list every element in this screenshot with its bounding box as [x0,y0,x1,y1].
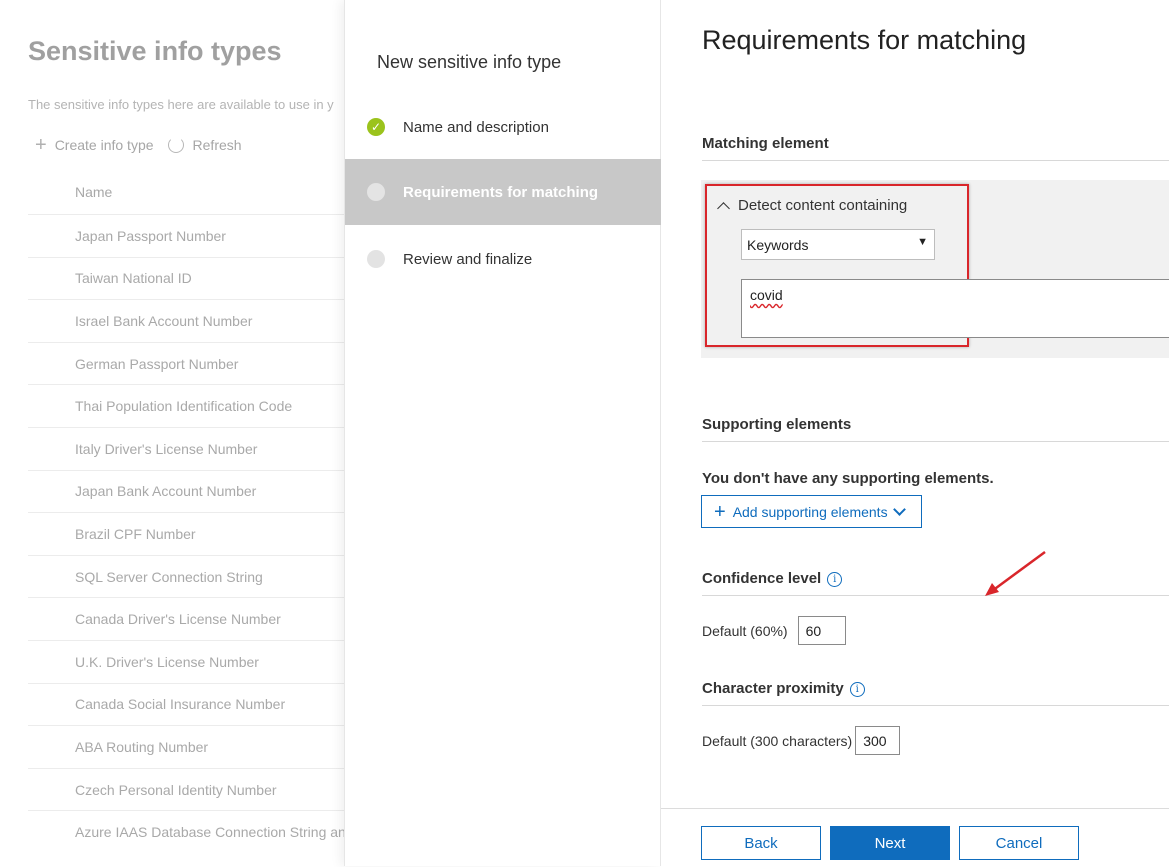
list-item-label: Canada Driver's License Number [75,611,281,628]
checkmark-icon: ✓ [367,118,385,136]
confidence-level-heading: Confidence level i [702,570,1169,596]
chevron-up-icon [717,201,730,215]
list-item[interactable]: Canada Driver's License Number [28,597,344,640]
create-info-type-label: Create info type [54,137,154,153]
toolbar: + Create info type Refresh [35,134,256,156]
wizard-footer: Back Next Cancel [661,808,1169,867]
list-item-label: Canada Social Insurance Number [75,696,286,713]
list-item-label: ABA Routing Number [75,738,209,755]
next-button[interactable]: Next [830,826,950,860]
requirements-title: Requirements for matching [702,25,1027,55]
list-item[interactable]: U.K. Driver's License Number [28,639,344,683]
page-title: Sensitive info types [28,36,282,66]
list-item-label: German Passport Number [75,355,239,372]
list-item-label: Czech Personal Identity Number [75,781,277,798]
cancel-button[interactable]: Cancel [959,826,1079,860]
confidence-default-row: Default (60%) 60 [702,616,846,645]
plus-icon: + [35,134,47,156]
no-supporting-elements-text: You don't have any supporting elements. [702,470,994,487]
keywords-textarea[interactable]: covid [741,279,1169,338]
list-item-label: Thai Population Identification Code [75,398,293,415]
page-description: The sensitive info types here are availa… [28,97,334,112]
wizard-title: New sensitive info type [377,52,562,72]
wizard-steps-panel: New sensitive info type ✓ Name and descr… [344,0,661,866]
detect-content-toggle[interactable]: Detect content containing [717,197,908,215]
add-supporting-elements-label: Add supporting elements [732,503,888,520]
chevron-down-icon [892,502,906,516]
list-item[interactable]: Thai Population Identification Code [28,384,344,427]
list-item[interactable]: German Passport Number [28,341,344,385]
list-item[interactable]: Japan Bank Account Number [28,469,344,513]
element-type-select[interactable]: Keywords ▼ [741,229,935,260]
info-icon[interactable]: i [827,572,843,587]
list-item-label: U.K. Driver's License Number [75,653,259,670]
list-item[interactable]: Taiwan National ID [28,256,344,300]
character-proximity-label: Character proximity [702,680,844,697]
proximity-default-label: Default (300 characters) [702,732,853,749]
proximity-default-row: Default (300 characters) 300 [702,726,901,755]
column-header-name[interactable]: Name [75,184,112,200]
list-item[interactable]: Italy Driver's License Number [28,426,344,470]
supporting-elements-heading: Supporting elements [702,416,1169,442]
info-type-list: Japan Passport Number Taiwan National ID… [28,214,344,853]
main-content: Requirements for matching Matching eleme… [661,0,1169,867]
step-requirements-for-matching[interactable]: Requirements for matching [345,159,661,225]
list-item-label: Azure IAAS Database Connection String an [75,824,344,841]
list-item[interactable]: Israel Bank Account Number [28,299,344,342]
step-name-and-description[interactable]: ✓ Name and description [345,94,661,160]
list-item[interactable]: Brazil CPF Number [28,512,344,555]
confidence-default-label: Default (60%) [702,622,788,639]
step-label: Requirements for matching [403,183,599,201]
plus-icon: + [714,500,726,523]
list-item-label: Japan Passport Number [75,227,226,244]
list-item-label: SQL Server Connection String [75,568,263,585]
list-item-label: Japan Bank Account Number [75,483,257,500]
keywords-value: covid [750,287,783,303]
list-item[interactable]: Japan Passport Number [28,214,344,257]
create-info-type-button[interactable]: + Create info type [35,134,154,156]
confidence-value: 60 [805,622,822,639]
list-item[interactable]: Azure IAAS Database Connection String an [28,810,344,853]
step-dot-icon [367,183,385,201]
refresh-label: Refresh [192,137,242,153]
list-item-label: Taiwan National ID [75,270,192,287]
info-icon[interactable]: i [849,682,865,697]
refresh-icon [167,137,184,153]
confidence-input[interactable]: 60 [797,616,846,645]
background-page: Sensitive info types The sensitive info … [0,0,344,866]
list-item-label: Brazil CPF Number [75,525,196,542]
matching-element-heading: Matching element [702,135,1169,161]
proximity-input[interactable]: 300 [855,726,901,755]
step-review-and-finalize[interactable]: Review and finalize [345,226,661,292]
list-item[interactable]: ABA Routing Number [28,725,344,768]
detect-content-label: Detect content containing [738,197,908,214]
refresh-button[interactable]: Refresh [167,137,242,153]
list-item-label: Italy Driver's License Number [75,440,258,457]
character-proximity-heading: Character proximity i [702,680,1169,706]
list-item-label: Israel Bank Account Number [75,312,253,329]
back-button[interactable]: Back [701,826,821,860]
add-supporting-elements-button[interactable]: + Add supporting elements [701,495,922,528]
list-item[interactable]: Canada Social Insurance Number [28,682,344,726]
caret-down-icon: ▼ [917,236,928,248]
step-dot-icon [367,250,385,268]
step-label: Name and description [403,118,549,136]
element-type-value: Keywords [747,236,809,253]
confidence-level-label: Confidence level [702,570,822,587]
list-item[interactable]: SQL Server Connection String [28,554,344,598]
step-label: Review and finalize [403,250,533,268]
list-item[interactable]: Czech Personal Identity Number [28,767,344,811]
proximity-value: 300 [863,732,887,749]
